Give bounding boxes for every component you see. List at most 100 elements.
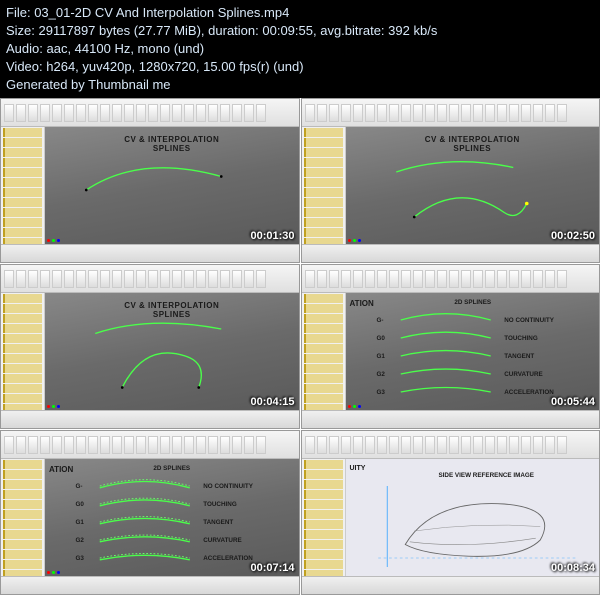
sidebar-item[interactable]: [3, 394, 42, 403]
sidebar-item[interactable]: [304, 138, 343, 147]
toolbar-button[interactable]: [4, 270, 14, 288]
sidebar-item[interactable]: [304, 520, 343, 529]
sidebar-item[interactable]: [3, 560, 42, 569]
sidebar-item[interactable]: [304, 294, 343, 303]
sidebar-item[interactable]: [3, 138, 42, 147]
toolbar-button[interactable]: [148, 104, 158, 122]
toolbar-button[interactable]: [509, 104, 519, 122]
toolbar-button[interactable]: [196, 104, 206, 122]
sidebar-item[interactable]: [304, 550, 343, 559]
toolbar-button[interactable]: [425, 270, 435, 288]
toolbar-button[interactable]: [112, 104, 122, 122]
toolbar-button[interactable]: [461, 436, 471, 454]
toolbar-button[interactable]: [52, 104, 62, 122]
toolbar-button[interactable]: [473, 104, 483, 122]
toolbar-button[interactable]: [64, 104, 74, 122]
toolbar-button[interactable]: [136, 436, 146, 454]
sidebar-item[interactable]: [304, 510, 343, 519]
toolbar-button[interactable]: [533, 104, 543, 122]
toolbar-button[interactable]: [329, 104, 339, 122]
toolbar-button[interactable]: [76, 270, 86, 288]
sidebar-item[interactable]: [3, 530, 42, 539]
toolbar-button[interactable]: [28, 270, 38, 288]
toolbar-button[interactable]: [88, 104, 98, 122]
toolbar-button[interactable]: [449, 436, 459, 454]
toolbar-button[interactable]: [365, 436, 375, 454]
toolbar-button[interactable]: [88, 270, 98, 288]
sidebar-item[interactable]: [304, 314, 343, 323]
sidebar-item[interactable]: [304, 364, 343, 373]
sidebar-item[interactable]: [3, 354, 42, 363]
toolbar-button[interactable]: [485, 270, 495, 288]
toolbar-button[interactable]: [52, 436, 62, 454]
sidebar-item[interactable]: [304, 208, 343, 217]
toolbar-button[interactable]: [401, 270, 411, 288]
toolbar-button[interactable]: [377, 436, 387, 454]
sidebar-item[interactable]: [3, 324, 42, 333]
sidebar-item[interactable]: [304, 374, 343, 383]
sidebar-item[interactable]: [304, 500, 343, 509]
sidebar-item[interactable]: [304, 460, 343, 469]
sidebar-item[interactable]: [3, 304, 42, 313]
toolbar-button[interactable]: [341, 436, 351, 454]
toolbar-button[interactable]: [497, 270, 507, 288]
toolbar-button[interactable]: [317, 270, 327, 288]
sidebar-item[interactable]: [304, 394, 343, 403]
video-thumbnail[interactable]: ATION2D SPLINESG-NO CONTINUITYG0TOUCHING…: [301, 264, 600, 429]
toolbar-button[interactable]: [100, 270, 110, 288]
sidebar-item[interactable]: [304, 480, 343, 489]
sidebar-item[interactable]: [3, 218, 42, 227]
toolbar-button[interactable]: [389, 436, 399, 454]
toolbar-button[interactable]: [509, 270, 519, 288]
toolbar-button[interactable]: [461, 104, 471, 122]
toolbar-button[interactable]: [232, 270, 242, 288]
sidebar-item[interactable]: [3, 550, 42, 559]
toolbar-button[interactable]: [305, 270, 315, 288]
toolbar-button[interactable]: [449, 104, 459, 122]
toolbar-button[interactable]: [413, 270, 423, 288]
toolbar-button[interactable]: [425, 104, 435, 122]
sidebar-item[interactable]: [3, 158, 42, 167]
toolbar-button[interactable]: [497, 436, 507, 454]
toolbar-button[interactable]: [184, 104, 194, 122]
video-thumbnail[interactable]: CV & INTERPOLATIONSPLINES00:01:30: [0, 98, 300, 263]
toolbar-button[interactable]: [329, 270, 339, 288]
toolbar-button[interactable]: [64, 270, 74, 288]
sidebar-item[interactable]: [304, 470, 343, 479]
toolbar-button[interactable]: [232, 436, 242, 454]
sidebar-item[interactable]: [304, 178, 343, 187]
sidebar-item[interactable]: [304, 198, 343, 207]
toolbar-button[interactable]: [4, 104, 14, 122]
toolbar-button[interactable]: [208, 270, 218, 288]
toolbar-button[interactable]: [160, 270, 170, 288]
toolbar-button[interactable]: [40, 436, 50, 454]
sidebar-item[interactable]: [304, 354, 343, 363]
toolbar-button[interactable]: [305, 436, 315, 454]
toolbar-button[interactable]: [16, 270, 26, 288]
toolbar-button[interactable]: [521, 104, 531, 122]
toolbar-button[interactable]: [256, 436, 266, 454]
sidebar-item[interactable]: [304, 218, 343, 227]
sidebar-item[interactable]: [304, 560, 343, 569]
toolbar-button[interactable]: [545, 270, 555, 288]
toolbar-button[interactable]: [148, 436, 158, 454]
toolbar-button[interactable]: [40, 270, 50, 288]
sidebar-item[interactable]: [304, 148, 343, 157]
toolbar-button[interactable]: [112, 436, 122, 454]
toolbar-button[interactable]: [244, 436, 254, 454]
toolbar-button[interactable]: [220, 104, 230, 122]
toolbar-button[interactable]: [353, 436, 363, 454]
toolbar-button[interactable]: [196, 270, 206, 288]
video-thumbnail[interactable]: ATION2D SPLINESG-NO CONTINUITYG0TOUCHING…: [0, 430, 300, 595]
toolbar-button[interactable]: [521, 270, 531, 288]
toolbar-button[interactable]: [389, 270, 399, 288]
video-thumbnail[interactable]: CV & INTERPOLATIONSPLINES00:04:15: [0, 264, 300, 429]
toolbar-button[interactable]: [124, 436, 134, 454]
toolbar-button[interactable]: [52, 270, 62, 288]
toolbar-button[interactable]: [473, 270, 483, 288]
sidebar-item[interactable]: [304, 168, 343, 177]
toolbar-button[interactable]: [305, 104, 315, 122]
toolbar-button[interactable]: [401, 104, 411, 122]
sidebar-item[interactable]: [3, 520, 42, 529]
sidebar-item[interactable]: [3, 490, 42, 499]
